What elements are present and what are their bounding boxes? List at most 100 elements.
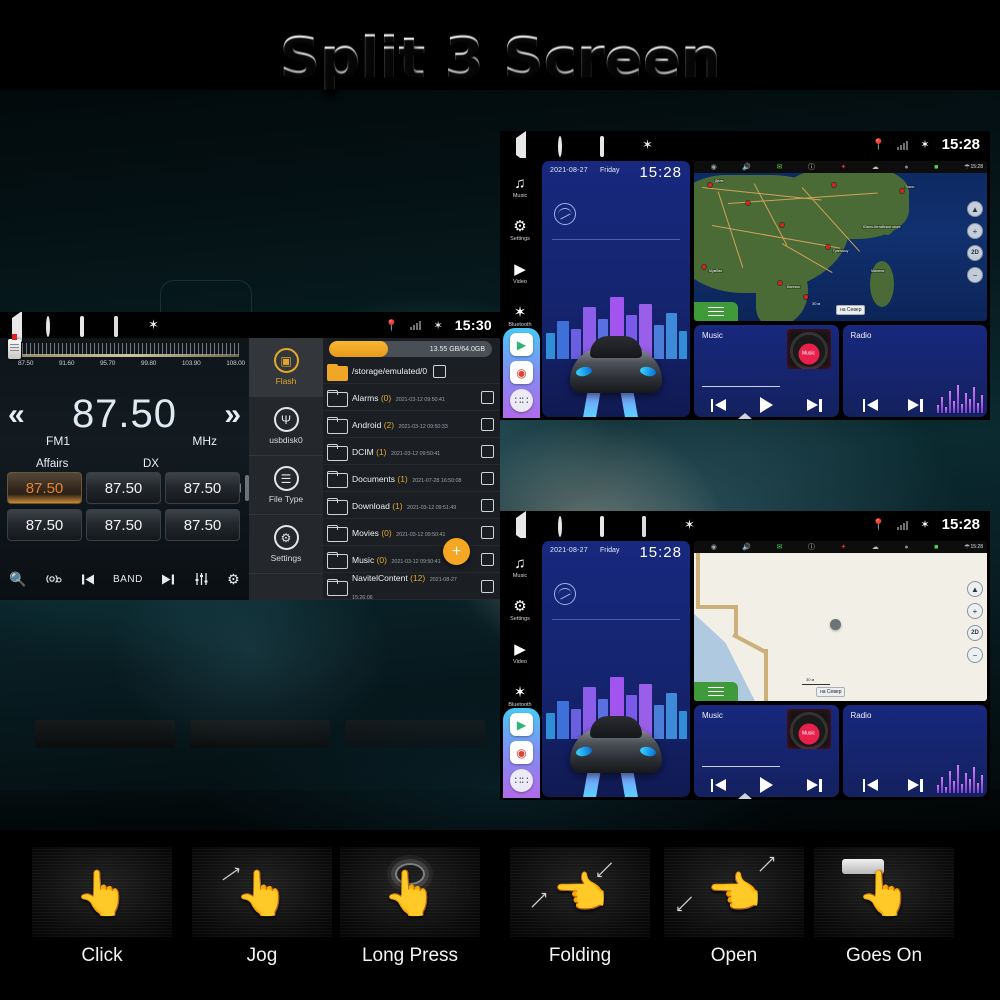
- radio-widget[interactable]: Radio: [842, 705, 987, 797]
- frequency-scale[interactable]: 87.50 91.60 95.70 99.80 103.90 108.00: [0, 334, 249, 380]
- equalizer-icon[interactable]: [194, 572, 209, 586]
- satellite-map-canvas[interactable]: Дели Токио Гуанчжоу Южно-Китайское море …: [694, 167, 987, 321]
- navigation-map-street[interactable]: ◉ 🔊 ✉ ⓘ ✦ ☁ ● ■ ☂ 15:28 30 м на Север ▲ …: [694, 541, 987, 701]
- app-drawer-icon[interactable]: ∷∷: [510, 389, 533, 412]
- bluetooth-icon[interactable]: ✶: [684, 518, 698, 532]
- next-station-icon[interactable]: [161, 573, 175, 586]
- progress-bar[interactable]: [702, 765, 780, 767]
- volume-icon[interactable]: 🔊: [742, 544, 751, 551]
- band-button[interactable]: BAND: [113, 574, 143, 585]
- next-track-button[interactable]: [806, 778, 822, 793]
- sidebar-item-music[interactable]: ♫ Music: [500, 546, 540, 589]
- row-checkbox[interactable]: [481, 417, 494, 431]
- bird-icon[interactable]: ✦: [841, 544, 847, 551]
- preset-button-4[interactable]: 87.50: [7, 509, 82, 541]
- row-checkbox[interactable]: [481, 390, 494, 404]
- mail-icon[interactable]: ✉: [777, 164, 783, 171]
- compass-icon[interactable]: ◉: [711, 544, 717, 551]
- table-row[interactable]: Documents (1) 2021-07-28 16:50:08: [323, 465, 500, 492]
- app-drawer-icon[interactable]: ∷∷: [510, 769, 533, 792]
- sidebar-item-file-type[interactable]: ☰ File Type: [249, 456, 323, 515]
- previous-station-button[interactable]: [862, 778, 878, 793]
- radio-scan-icon[interactable]: [45, 572, 62, 586]
- back-icon[interactable]: [516, 511, 530, 542]
- cloud-icon[interactable]: ☁: [872, 544, 879, 551]
- compass-icon[interactable]: ◉: [711, 164, 717, 171]
- radio-widget[interactable]: Radio: [842, 325, 987, 417]
- row-checkbox[interactable]: [433, 364, 447, 378]
- clock-car-widget[interactable]: 2021-08-27 Friday 15:28: [542, 541, 690, 797]
- play-store-icon[interactable]: ▶: [510, 713, 533, 736]
- row-checkbox[interactable]: [481, 552, 494, 566]
- music-widget[interactable]: Music: [694, 325, 839, 417]
- row-checkbox[interactable]: [481, 525, 494, 539]
- play-store-icon[interactable]: ▶: [510, 333, 533, 356]
- previous-track-button[interactable]: [710, 778, 726, 793]
- file-list[interactable]: 13.55 GB/64.0GB /storage/emulated/0 Alar…: [323, 338, 500, 600]
- mail-icon[interactable]: ✉: [777, 544, 783, 551]
- table-row[interactable]: Android (2) 2021-03-12 09:50:33: [323, 411, 500, 438]
- table-row[interactable]: Download (1) 2021-03-12 09:51:49: [323, 492, 500, 519]
- view-mode-button[interactable]: 2D: [967, 625, 983, 641]
- sidebar-item-video[interactable]: ▶ Video: [500, 632, 540, 675]
- recents-icon[interactable]: [600, 515, 614, 537]
- back-icon[interactable]: [12, 312, 26, 342]
- row-checkbox[interactable]: [481, 444, 494, 458]
- row-checkbox[interactable]: [481, 579, 494, 593]
- circle-icon[interactable]: ●: [904, 544, 908, 551]
- chrome-icon[interactable]: ◉: [510, 741, 533, 764]
- map-menu-button[interactable]: [694, 302, 738, 321]
- preset-button-6[interactable]: 87.50: [165, 509, 240, 541]
- progress-bar[interactable]: [702, 385, 780, 387]
- recents-icon[interactable]: [80, 316, 94, 337]
- zoom-in-button[interactable]: +: [967, 603, 983, 619]
- sidebar-item-settings[interactable]: ⚙ Settings: [500, 589, 540, 632]
- weather-icon[interactable]: ☂: [964, 164, 970, 171]
- info-icon[interactable]: ⓘ: [808, 164, 815, 171]
- next-track-button[interactable]: [806, 398, 822, 413]
- home-icon[interactable]: [46, 316, 60, 337]
- table-row[interactable]: Alarms (0) 2021-03-12 09:50:41: [323, 384, 500, 411]
- bluetooth-icon[interactable]: ✶: [642, 138, 656, 152]
- tuner-marker[interactable]: [8, 334, 21, 359]
- home-icon[interactable]: [558, 135, 572, 157]
- play-button[interactable]: [759, 777, 773, 793]
- row-checkbox[interactable]: [481, 471, 494, 485]
- navigation-map-satellite[interactable]: ◉ 🔊 ✉ ⓘ ✦ ☁ ● ■ ☂ 15:28 Дели Токио Гуанч…: [694, 161, 987, 321]
- battery-icon[interactable]: ■: [934, 544, 938, 551]
- play-button[interactable]: [759, 397, 773, 413]
- previous-track-button[interactable]: [710, 398, 726, 413]
- volume-icon[interactable]: 🔊: [742, 164, 751, 171]
- music-widget[interactable]: Music: [694, 705, 839, 797]
- previous-station-icon[interactable]: [81, 573, 95, 586]
- row-checkbox[interactable]: [481, 498, 494, 512]
- previous-station-button[interactable]: [862, 398, 878, 413]
- preset-button-2[interactable]: 87.50: [86, 472, 161, 504]
- recents-icon[interactable]: [600, 135, 614, 157]
- view-mode-button[interactable]: 2D: [967, 245, 983, 261]
- clock-car-widget[interactable]: 2021-08-27 Friday 15:28: [542, 161, 690, 417]
- add-button[interactable]: +: [443, 538, 470, 565]
- bird-icon[interactable]: ✦: [841, 164, 847, 171]
- drag-handle[interactable]: [738, 413, 752, 419]
- zoom-out-button[interactable]: −: [967, 647, 983, 663]
- drag-handle[interactable]: [738, 793, 752, 799]
- sidebar-item-settings[interactable]: ⚙ Settings: [249, 515, 323, 574]
- zoom-in-button[interactable]: +: [967, 223, 983, 239]
- screenshot-icon[interactable]: [114, 316, 128, 337]
- table-row[interactable]: NavitelContent (12) 2021-08-27 15:26:06: [323, 573, 500, 600]
- current-path-row[interactable]: /storage/emulated/0: [323, 359, 500, 384]
- sidebar-item-settings[interactable]: ⚙ Settings: [500, 209, 540, 252]
- table-row[interactable]: Movies (0) 2021-03-12 09:50:41: [323, 519, 500, 546]
- street-map-canvas[interactable]: 30 м на Север ▲ + 2D −: [694, 553, 987, 701]
- table-row[interactable]: DCIM (1) 2021-03-12 09:50:41: [323, 438, 500, 465]
- next-station-button[interactable]: [907, 778, 923, 793]
- back-icon[interactable]: [516, 131, 530, 162]
- home-icon[interactable]: [558, 515, 572, 537]
- sidebar-item-video[interactable]: ▶ Video: [500, 252, 540, 295]
- map-menu-button[interactable]: [694, 682, 738, 701]
- screenshot-icon[interactable]: [642, 515, 656, 537]
- compass-icon[interactable]: ▲: [967, 581, 983, 597]
- cloud-icon[interactable]: ☁: [872, 164, 879, 171]
- sidebar-item-usbdisk0[interactable]: Ψ usbdisk0: [249, 397, 323, 456]
